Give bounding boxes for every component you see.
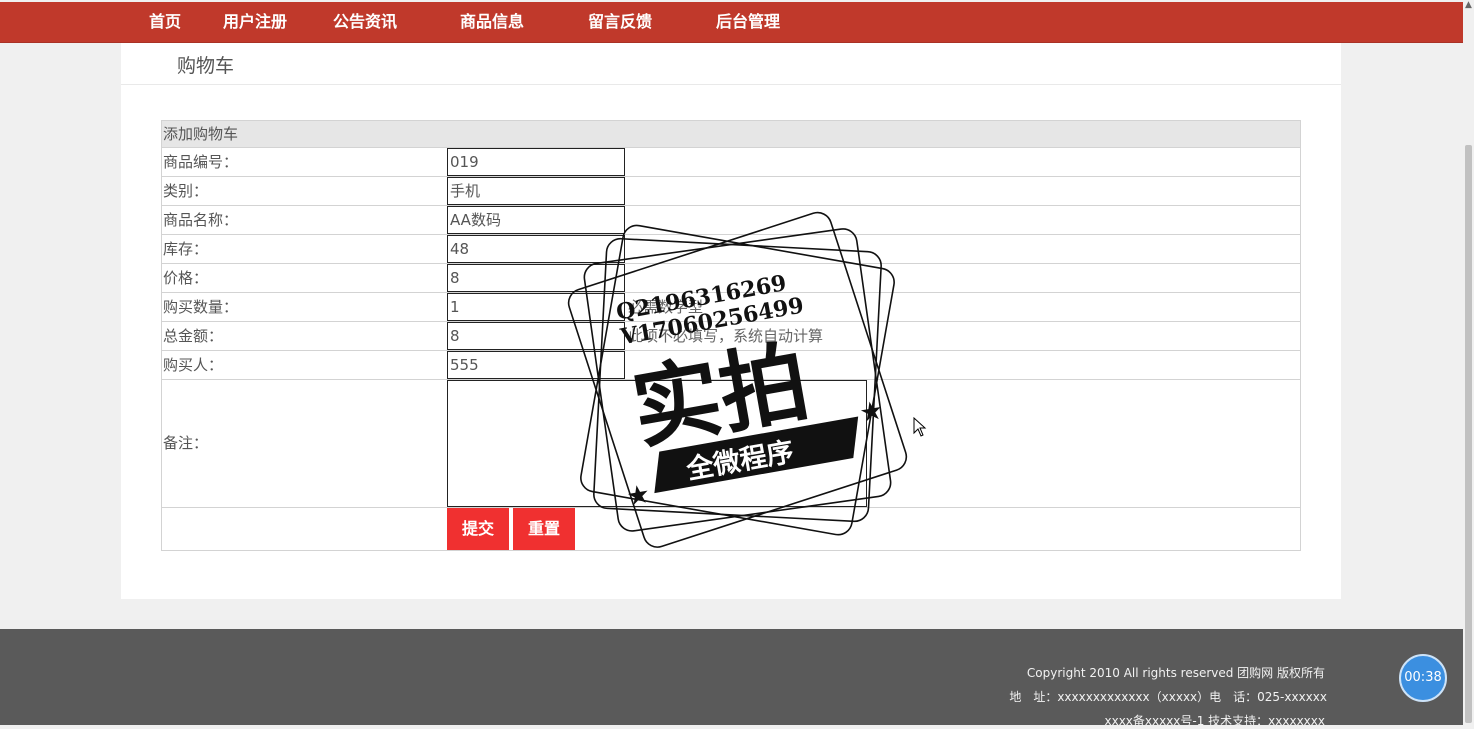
field-label: 购买人：	[163, 356, 224, 374]
page-title: 购物车	[177, 55, 235, 77]
total-amount-input[interactable]: 8	[447, 322, 625, 350]
form-row-stock: 库存： 48	[162, 235, 1300, 264]
nav-item-register[interactable]: 用户注册	[223, 2, 287, 42]
nav-item-news[interactable]: 公告资讯	[333, 2, 397, 42]
add-cart-form: 添加购物车 商品编号： 019 类别： 手机 商品名称： AA数码 库存： 48…	[161, 120, 1301, 551]
stock-input[interactable]: 48	[447, 235, 625, 263]
form-row-total: 总金额： 8 此项不必填写，系统自动计算	[162, 322, 1300, 351]
page-scrollbar[interactable]: ▲	[1463, 0, 1474, 725]
form-row-buttons: 提交 重置	[162, 508, 1300, 550]
page-heading-bar: 购物车	[121, 43, 1341, 85]
category-input[interactable]: 手机	[447, 177, 625, 205]
nav-item-admin[interactable]: 后台管理	[716, 2, 780, 42]
form-caption: 添加购物车	[162, 121, 1300, 148]
field-label: 备注：	[163, 434, 209, 452]
top-nav: 首页 用户注册 公告资讯 商品信息 留言反馈 后台管理	[0, 2, 1463, 43]
form-row-remark: 备注：	[162, 380, 1300, 508]
form-row-buyer: 购买人： 555	[162, 351, 1300, 380]
quantity-hint: 必需数字型	[628, 298, 704, 316]
buyer-input[interactable]: 555	[447, 351, 625, 379]
nav-item-home[interactable]: 首页	[149, 2, 181, 42]
page-footer: Copyright 2010 All rights reserved 团购网 版…	[0, 629, 1463, 728]
form-row-product-id: 商品编号： 019	[162, 148, 1300, 177]
submit-button[interactable]: 提交	[447, 508, 509, 550]
remark-textarea[interactable]	[447, 380, 867, 507]
scroll-up-icon[interactable]: ▲	[1465, 0, 1472, 10]
price-input[interactable]: 8	[447, 264, 625, 292]
form-row-product-name: 商品名称： AA数码	[162, 206, 1300, 235]
mouse-cursor-icon	[913, 417, 927, 437]
quantity-input[interactable]: 1	[447, 293, 625, 321]
field-label: 类别：	[163, 182, 209, 200]
product-name-input[interactable]: AA数码	[447, 206, 625, 234]
nav-item-products[interactable]: 商品信息	[460, 2, 524, 42]
form-row-category: 类别： 手机	[162, 177, 1300, 206]
footer-address: 地 址：xxxxxxxxxxxxx（xxxxx）电 话：025-xxxxxx	[1009, 690, 1327, 704]
form-row-price: 价格： 8	[162, 264, 1300, 293]
total-hint: 此项不必填写，系统自动计算	[628, 327, 824, 345]
field-label: 价格：	[163, 269, 209, 287]
footer-copyright: Copyright 2010 All rights reserved 团购网 版…	[1026, 666, 1325, 680]
scrollbar-thumb[interactable]	[1465, 145, 1472, 723]
field-label: 总金额：	[163, 327, 224, 345]
field-label: 库存：	[163, 240, 209, 258]
field-label: 购买数量：	[163, 298, 239, 316]
form-row-quantity: 购买数量： 1 必需数字型	[162, 293, 1300, 322]
product-id-input[interactable]: 019	[447, 148, 625, 176]
reset-button[interactable]: 重置	[513, 508, 575, 550]
field-label: 商品名称：	[163, 211, 239, 229]
footer-icp: xxxx备xxxxx号-1 技术支持：xxxxxxxx	[1104, 714, 1325, 728]
timer-badge[interactable]: 00:38	[1399, 654, 1447, 702]
field-label: 商品编号：	[163, 153, 239, 171]
nav-item-feedback[interactable]: 留言反馈	[588, 2, 652, 42]
